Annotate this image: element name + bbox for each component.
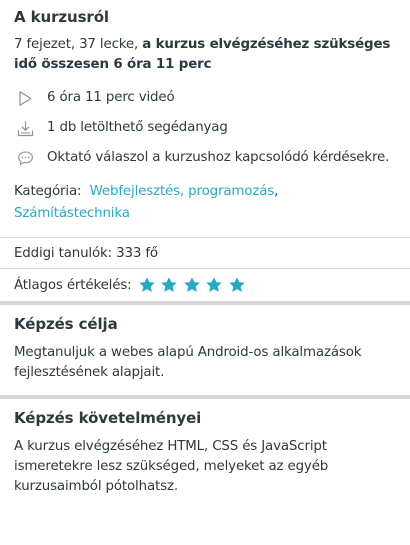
feature-list: 6 óra 11 perc videó 1 db letölthető segé… <box>14 88 396 168</box>
feature-support-text: Oktató válaszol a kurzushoz kapcsolódó k… <box>47 150 390 165</box>
students-text: Eddigi tanulók: 333 fő <box>14 245 158 261</box>
requirements-text: A kurzus elvégzéséhez HTML, CSS és JavaS… <box>14 439 329 494</box>
course-summary: 7 fejezet, 37 lecke, a kurzus elvégzéséh… <box>14 35 396 75</box>
goal-text: Megtanuljuk a webes alapú Android-os alk… <box>14 345 362 380</box>
feature-video-text: 6 óra 11 perc videó <box>47 90 175 105</box>
about-title: A kurzusról <box>14 8 109 26</box>
star-icon <box>206 277 222 292</box>
rating-row: Átlagos értékelés: <box>0 269 410 301</box>
feature-support: Oktató válaszol a kurzushoz kapcsolódó k… <box>14 148 396 168</box>
category-separator: , <box>274 184 279 199</box>
star-icon <box>228 277 245 292</box>
goal-title: Képzés célja <box>14 315 118 333</box>
star-icon <box>183 277 200 292</box>
requirements-section: Képzés követelményei A kurzus elvégzéséh… <box>0 399 410 509</box>
requirements-title: Képzés követelményei <box>14 409 202 427</box>
category-link-webdev[interactable]: Webfejlesztés, programozás <box>90 184 275 199</box>
about-section: A kurzusról 7 fejezet, 37 lecke, a kurzu… <box>0 0 410 225</box>
students-count: Eddigi tanulók: 333 fő <box>0 238 410 268</box>
chat-icon <box>15 148 35 168</box>
feature-download-text: 1 db letölthető segédanyag <box>47 120 228 135</box>
summary-counts: 7 fejezet, 37 lecke, <box>14 37 143 52</box>
feature-video: 6 óra 11 perc videó <box>14 88 396 108</box>
download-icon <box>15 118 35 138</box>
star-icon <box>138 277 155 292</box>
category-link-computing[interactable]: Számítástechnika <box>14 206 130 221</box>
goal-section: Képzés célja Megtanuljuk a webes alapú A… <box>0 305 410 395</box>
category-label: Kategória: <box>14 184 82 199</box>
star-icon <box>161 277 177 292</box>
category-line: Kategória: Webfejlesztés, programozás, S… <box>14 181 396 225</box>
rating-label: Átlagos értékelés: <box>14 277 132 293</box>
rating-stars <box>138 276 251 294</box>
play-icon <box>15 88 35 108</box>
feature-download: 1 db letölthető segédanyag <box>14 118 396 138</box>
